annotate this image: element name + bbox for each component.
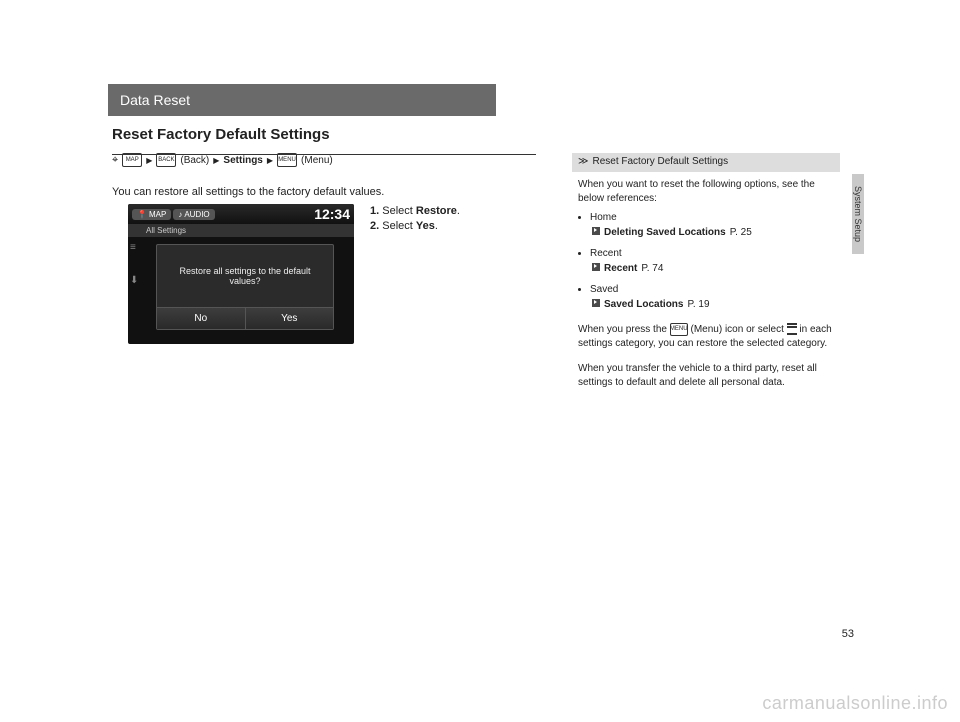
tips-title-text: Reset Factory Default Settings xyxy=(592,155,728,170)
no-button[interactable]: No xyxy=(157,308,245,329)
dialog-message: Restore all settings to the default valu… xyxy=(157,245,333,307)
ref-page: P. 19 xyxy=(687,298,709,313)
list-item: Recent Recent P. 74 xyxy=(590,247,834,277)
item-label: Saved xyxy=(590,284,618,295)
tips-title-bar: ≫ Reset Factory Default Settings xyxy=(572,153,840,172)
list-item: Home Deleting Saved Locations P. 25 xyxy=(590,211,834,241)
list-item: Saved Saved Locations P. 19 xyxy=(590,283,834,313)
section-title: Reset Factory Default Settings xyxy=(112,126,330,143)
map-tab: 📍MAP xyxy=(132,209,171,220)
cursor-icon: ⌖ xyxy=(112,154,118,167)
clock-display: 12:34 xyxy=(314,206,350,222)
step-target: Restore xyxy=(416,205,457,217)
link-icon xyxy=(592,263,600,271)
infotainment-subheader: All Settings xyxy=(128,224,354,237)
watermark: carmanualsonline.info xyxy=(762,693,948,714)
instruction-steps: 1. Select Restore. 2. Select Yes. xyxy=(370,204,460,235)
settings-text: Settings xyxy=(223,155,262,166)
tips-para-menu: When you press the MENU (Menu) icon or s… xyxy=(578,323,834,352)
yes-button[interactable]: Yes xyxy=(245,308,334,329)
menu-icon-inline: MENU xyxy=(670,323,688,336)
info-icon: ≫ xyxy=(578,155,588,170)
arrow-icon: ▶ xyxy=(146,156,152,165)
side-tab-label: System Setup xyxy=(852,174,864,254)
ref-title: Deleting Saved Locations xyxy=(604,226,726,241)
ref-title: Recent xyxy=(604,262,637,277)
map-button-icon: MAP xyxy=(122,153,142,167)
down-arrow-icon: ⬇ xyxy=(130,275,138,286)
nav-breadcrumb: ⌖ MAP ▶ BACK (Back) ▶ Settings ▶ MENU (M… xyxy=(112,153,333,167)
arrow-icon: ▶ xyxy=(213,156,219,165)
item-label: Recent xyxy=(590,248,622,259)
menu-text: (Menu) xyxy=(301,155,333,166)
link-icon xyxy=(592,227,600,235)
back-text: (Back) xyxy=(180,155,209,166)
dialog-buttons: No Yes xyxy=(157,307,333,329)
ref-page: P. 74 xyxy=(641,262,663,277)
confirm-dialog: Restore all settings to the default valu… xyxy=(156,244,334,330)
step-number: 2. xyxy=(370,220,379,232)
reference-link: Deleting Saved Locations P. 25 xyxy=(590,226,834,241)
tips-sidebar: ≫ Reset Factory Default Settings When yo… xyxy=(572,153,840,401)
reference-link: Saved Locations P. 19 xyxy=(590,298,834,313)
step-1: 1. Select Restore. xyxy=(370,204,460,219)
hamburger-icon: ≡ xyxy=(130,242,138,253)
step-2: 2. Select Yes. xyxy=(370,219,460,234)
page: Data Reset Reset Factory Default Setting… xyxy=(0,0,960,722)
description-text: You can restore all settings to the fact… xyxy=(112,186,384,198)
infotainment-topbar: 📍MAP ♪AUDIO 12:34 xyxy=(128,204,354,224)
tips-list: Home Deleting Saved Locations P. 25 Rece… xyxy=(578,211,834,313)
tips-body: When you want to reset the following opt… xyxy=(572,172,840,391)
ref-title: Saved Locations xyxy=(604,298,683,313)
tips-intro: When you want to reset the following opt… xyxy=(578,178,834,207)
link-icon xyxy=(592,299,600,307)
back-button-icon: BACK xyxy=(156,153,176,167)
infotainment-side-controls: ≡ ⬇ xyxy=(130,242,138,286)
arrow-icon: ▶ xyxy=(267,156,273,165)
page-number: 53 xyxy=(842,628,854,640)
item-label: Home xyxy=(590,212,617,223)
audio-tab: ♪AUDIO xyxy=(173,209,214,220)
step-text: Select xyxy=(382,205,416,217)
ref-page: P. 25 xyxy=(730,226,752,241)
step-target: Yes xyxy=(416,220,435,232)
step-text: Select xyxy=(382,220,416,232)
menu-button-icon: MENU xyxy=(277,153,297,167)
reference-link: Recent P. 74 xyxy=(590,262,834,277)
step-number: 1. xyxy=(370,205,379,217)
tips-para-transfer: When you transfer the vehicle to a third… xyxy=(578,362,834,391)
infotainment-screenshot: 📍MAP ♪AUDIO 12:34 All Settings ≡ ⬇ Resto… xyxy=(128,204,354,344)
page-header-title: Data Reset xyxy=(120,92,190,108)
hamburger-icon-inline xyxy=(787,323,797,335)
page-header: Data Reset xyxy=(108,84,496,116)
